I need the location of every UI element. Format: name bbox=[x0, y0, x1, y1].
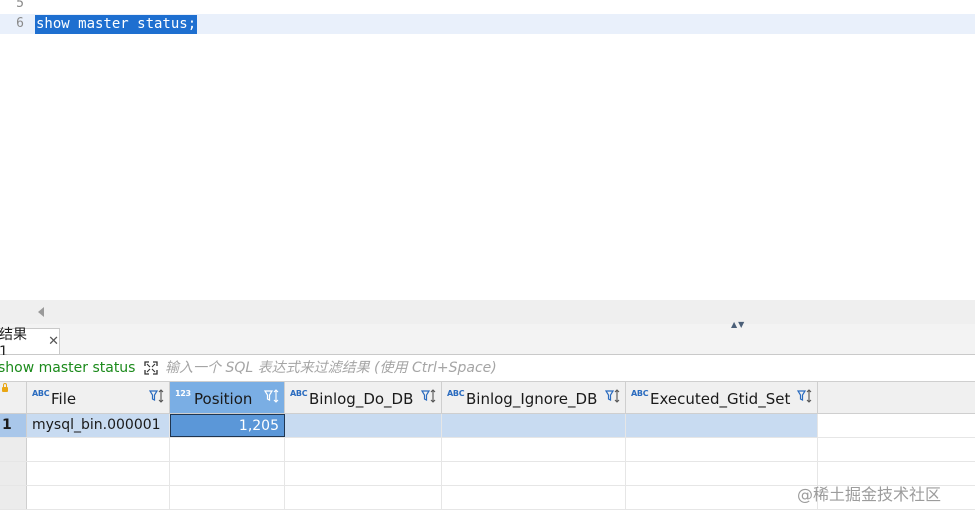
grid-header-row: ABC File 123 Position ABC Binlog_Do_DB A… bbox=[0, 382, 975, 414]
cell-file[interactable]: mysql_bin.000001 bbox=[27, 414, 170, 437]
row-number[interactable]: 1 bbox=[0, 414, 27, 437]
column-header-position[interactable]: 123 Position bbox=[170, 382, 285, 413]
empty-row bbox=[0, 438, 975, 462]
sort-filter-icon[interactable] bbox=[264, 388, 280, 404]
sort-filter-icon[interactable] bbox=[421, 388, 437, 404]
row-number bbox=[0, 486, 27, 509]
text-type-icon: ABC bbox=[631, 389, 649, 398]
number-type-icon: 123 bbox=[175, 389, 191, 398]
empty-cell bbox=[626, 438, 818, 461]
empty-cell bbox=[170, 438, 285, 461]
sort-filter-icon[interactable] bbox=[605, 388, 621, 404]
expand-icon[interactable] bbox=[144, 361, 158, 375]
column-header-file[interactable]: ABC File bbox=[27, 382, 170, 413]
grid-corner[interactable] bbox=[0, 382, 27, 413]
cell-binlog-do-db[interactable] bbox=[285, 414, 442, 437]
empty-cell bbox=[27, 438, 170, 461]
text-type-icon: ABC bbox=[447, 389, 465, 398]
panel-toggle-arrows-icon[interactable]: ▲▼ bbox=[731, 320, 745, 329]
empty-cell bbox=[285, 486, 442, 509]
empty-cell bbox=[285, 438, 442, 461]
empty-cell bbox=[170, 462, 285, 485]
filter-input[interactable] bbox=[163, 357, 947, 379]
filter-bar: show master status bbox=[0, 355, 975, 382]
empty-cell bbox=[626, 462, 818, 485]
scroll-left-arrow-icon[interactable] bbox=[38, 307, 44, 317]
close-icon[interactable]: ✕ bbox=[48, 334, 59, 349]
watermark: @稀土掘金技术社区 bbox=[797, 485, 942, 504]
line-number: 6 bbox=[16, 16, 24, 31]
empty-cell bbox=[442, 462, 626, 485]
empty-cell bbox=[285, 462, 442, 485]
column-title: Executed_Gtid_Set bbox=[650, 390, 791, 408]
sql-editor[interactable]: 5 6 show master status; bbox=[0, 0, 975, 300]
query-name-label[interactable]: show master status bbox=[0, 360, 135, 376]
column-header-binlog-ignore-db[interactable]: ABC Binlog_Ignore_DB bbox=[442, 382, 626, 413]
results-tab-strip: 结果 1 ✕ bbox=[0, 324, 975, 360]
row-number bbox=[0, 438, 27, 461]
text-type-icon: ABC bbox=[32, 389, 50, 398]
column-header-executed-gtid-set[interactable]: ABC Executed_Gtid_Set bbox=[626, 382, 818, 413]
sql-statement-selected[interactable]: show master status; bbox=[35, 15, 198, 34]
column-header-binlog-do-db[interactable]: ABC Binlog_Do_DB bbox=[285, 382, 442, 413]
line-number: 5 bbox=[16, 0, 24, 11]
lock-icon bbox=[2, 383, 8, 392]
column-title: Binlog_Ignore_DB bbox=[466, 390, 598, 408]
empty-cell bbox=[27, 462, 170, 485]
editor-horizontal-scrollbar[interactable] bbox=[0, 300, 975, 324]
column-title: Position bbox=[194, 390, 253, 408]
empty-cell bbox=[170, 486, 285, 509]
table-row[interactable]: 1 mysql_bin.000001 1,205 bbox=[0, 414, 975, 438]
text-type-icon: ABC bbox=[290, 389, 308, 398]
empty-cell bbox=[442, 486, 626, 509]
sort-filter-icon[interactable] bbox=[797, 388, 813, 404]
empty-cell bbox=[626, 486, 818, 509]
tab-result-1[interactable]: 结果 1 ✕ bbox=[0, 327, 60, 360]
cell-binlog-ignore-db[interactable] bbox=[442, 414, 626, 437]
row-number bbox=[0, 462, 27, 485]
cell-executed-gtid-set[interactable] bbox=[626, 414, 818, 437]
column-title: File bbox=[51, 390, 77, 408]
empty-cell bbox=[442, 438, 626, 461]
column-title: Binlog_Do_DB bbox=[309, 390, 414, 408]
empty-cell bbox=[27, 486, 170, 509]
sort-filter-icon[interactable] bbox=[149, 388, 165, 404]
cell-position[interactable]: 1,205 bbox=[170, 414, 285, 437]
